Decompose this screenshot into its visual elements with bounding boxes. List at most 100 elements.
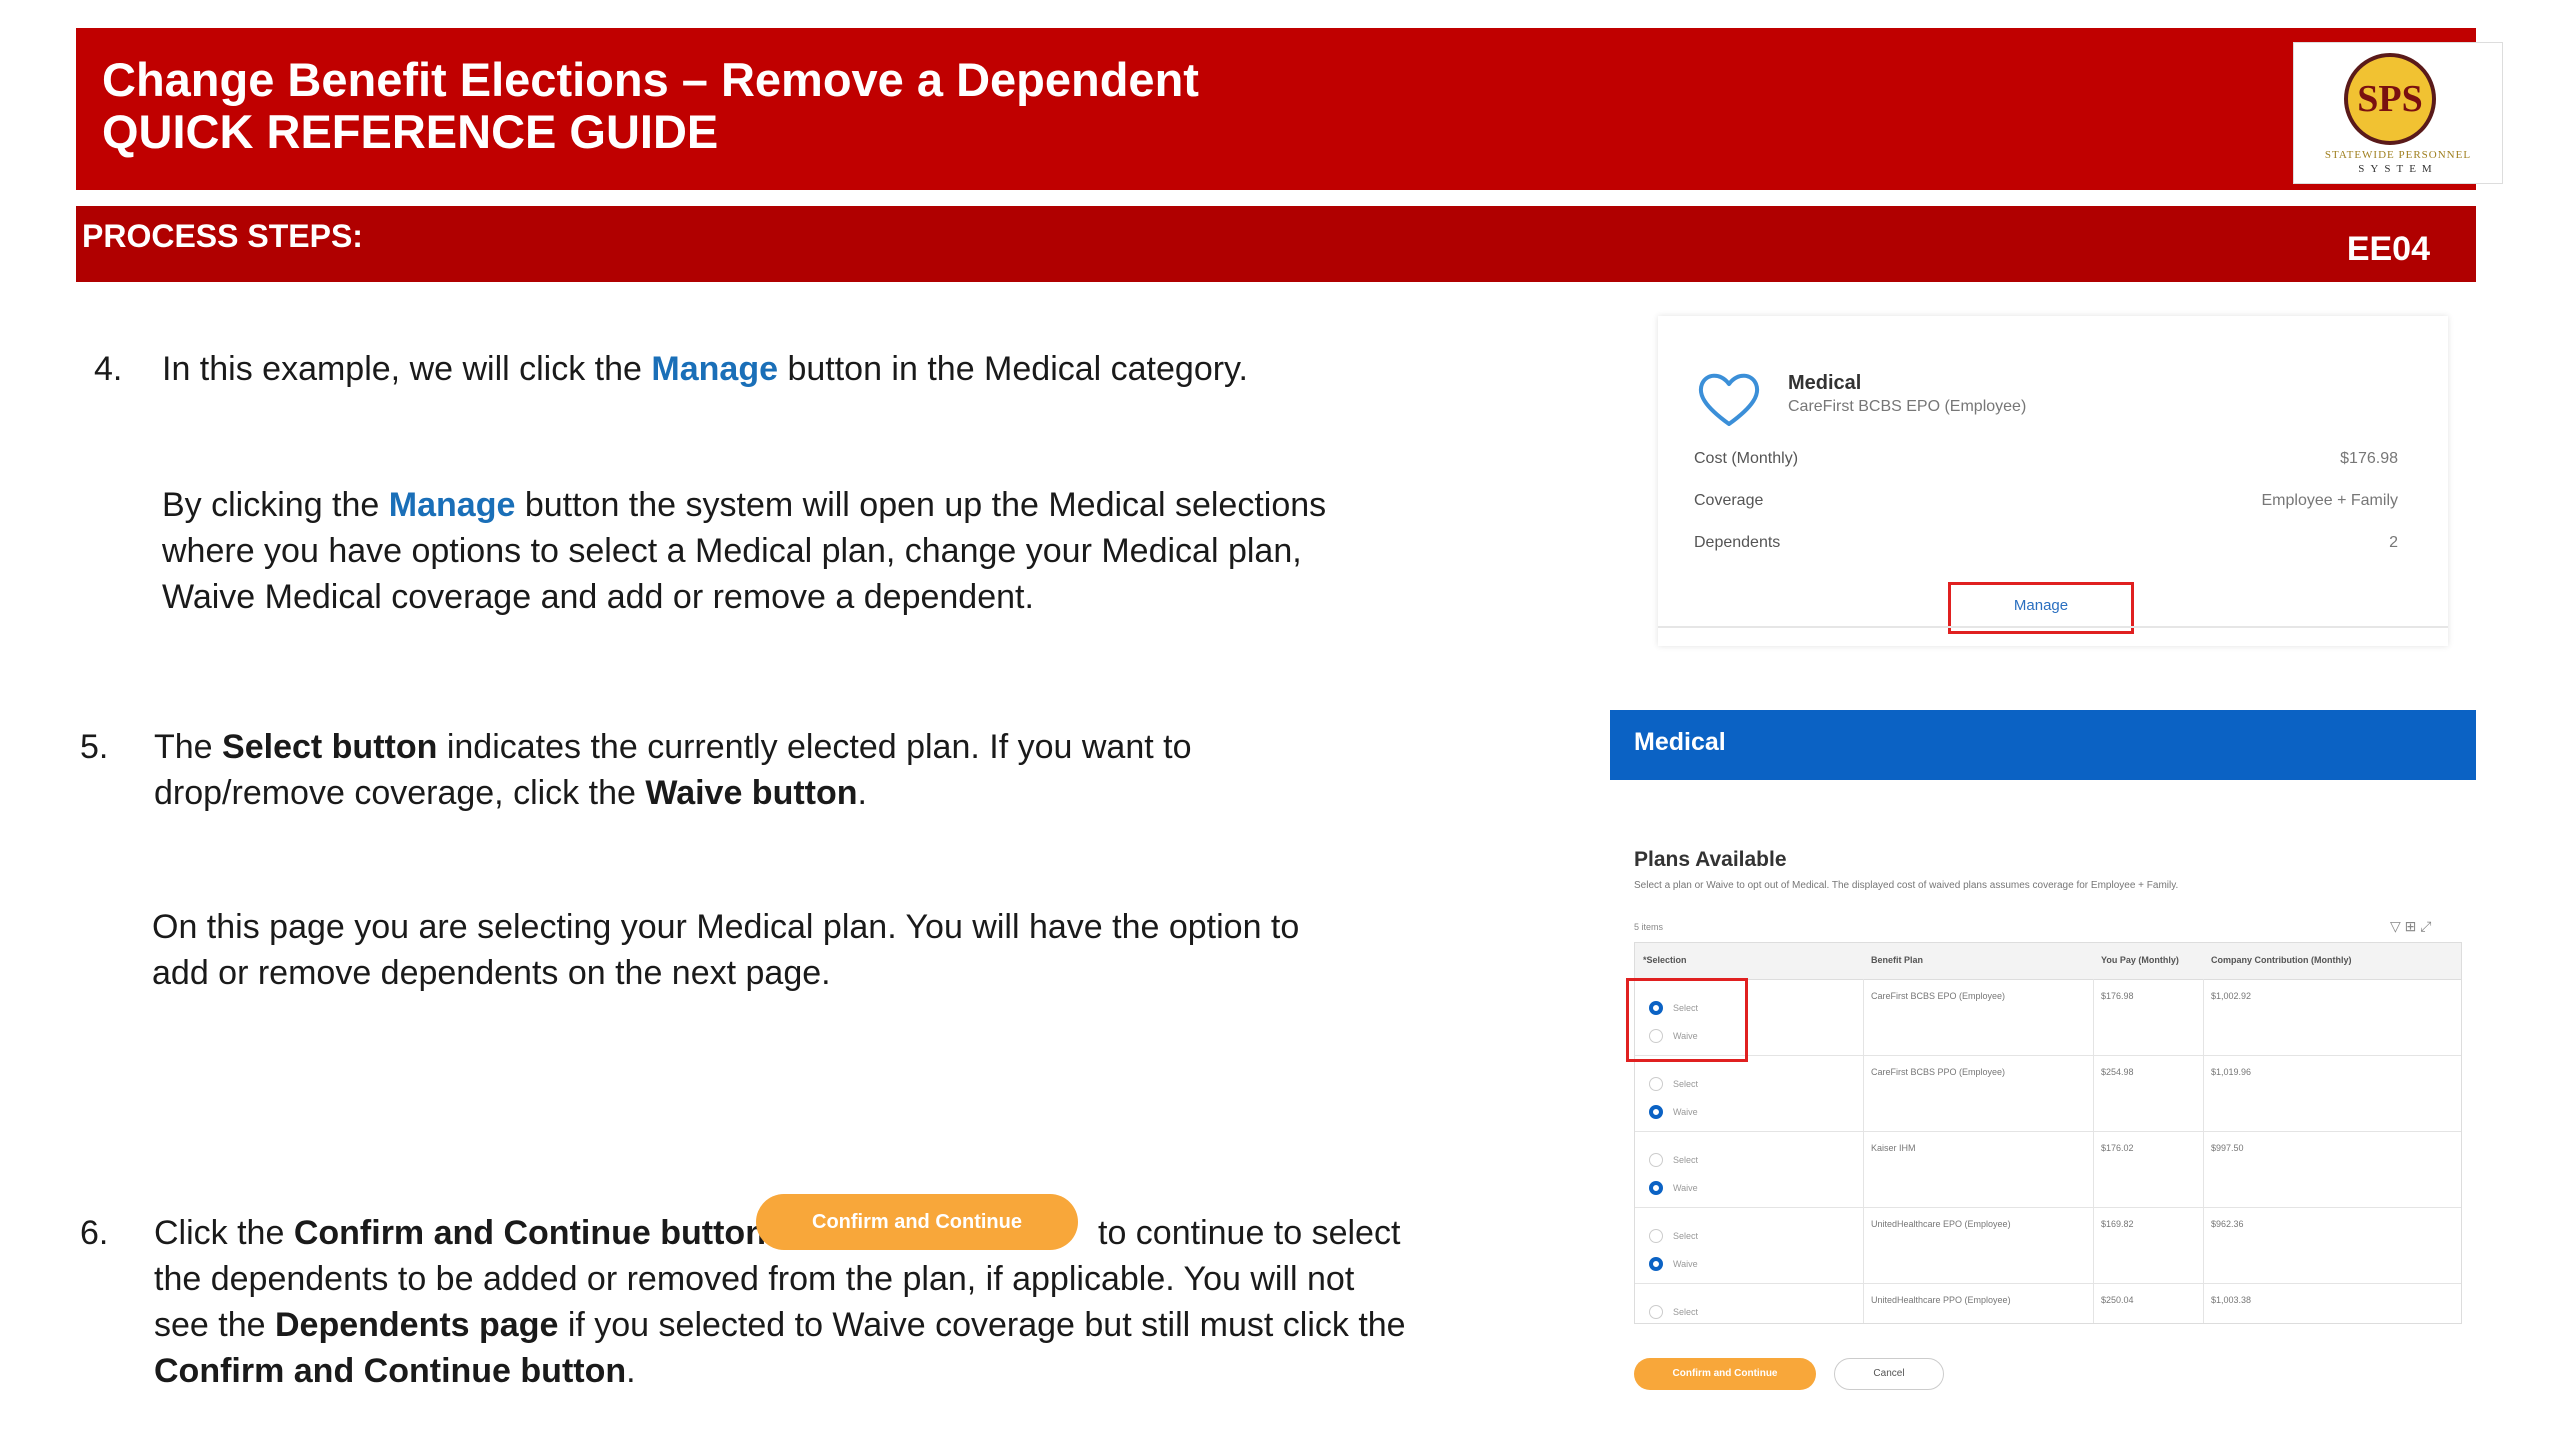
plan-name: CareFirst BCBS PPO (Employee): [1871, 1067, 2006, 1077]
dependents-value: 2: [2389, 534, 2398, 551]
medical-panel-title: Medical: [1634, 728, 1726, 756]
waive-radio[interactable]: [1649, 1257, 1663, 1271]
sps-logo: SPS STATEWIDE PERSONNEL SYSTEM: [2293, 42, 2503, 184]
cancel-button[interactable]: Cancel: [1834, 1358, 1944, 1390]
plan-name: Kaiser IHM: [1871, 1143, 1916, 1153]
cost-label: Cost (Monthly): [1694, 450, 1799, 467]
step-4-para-pre: By clicking the: [162, 486, 380, 524]
waive-label: Waive: [1673, 1107, 1698, 1117]
logo-text: STATEWIDE PERSONNEL: [2324, 149, 2472, 161]
waive-radio[interactable]: [1649, 1181, 1663, 1195]
step-5-waive-button-text: Waive button: [645, 774, 858, 812]
step-4-para-post: button the system will open up the Medic…: [524, 486, 1327, 524]
coverage-label: Coverage: [1694, 492, 1764, 509]
step-4-manage: Manage: [651, 350, 778, 388]
manage-link[interactable]: Manage: [1948, 597, 2134, 614]
you-pay: $169.82: [2101, 1219, 2134, 1229]
step-6-dependents-page: Dependents page: [274, 1306, 559, 1344]
grid-icon[interactable]: ⊞: [2405, 918, 2417, 934]
plans-description: Select a plan or Waive to opt out of Med…: [1634, 880, 2179, 891]
step-4-pre: In this example, we will click the: [162, 350, 642, 388]
step-5-para-line2: add or remove dependents on the next pag…: [152, 954, 831, 992]
step-5-text: The Select button indicates the currentl…: [154, 724, 1192, 816]
you-pay: $176.02: [2101, 1143, 2134, 1153]
step-6-paragraph: the dependents to be added or removed fr…: [154, 1256, 1406, 1394]
step-5-line2-pre: drop/remove coverage, click the: [154, 774, 636, 812]
step-4-para-line3: Waive Medical coverage and add or remove…: [162, 578, 1034, 616]
waive-radio[interactable]: [1649, 1105, 1663, 1119]
filter-icon[interactable]: ▽: [2390, 918, 2401, 934]
company-contribution: $1,019.96: [2211, 1067, 2252, 1077]
medical-benefit-card: Medical CareFirst BCBS EPO (Employee) Co…: [1658, 316, 2448, 646]
card-divider: [1658, 626, 2448, 628]
company-contribution: $962.36: [2211, 1219, 2244, 1229]
confirm-and-continue-button[interactable]: Confirm and Continue: [1634, 1358, 1816, 1390]
expand-icon[interactable]: ⤢: [2420, 918, 2431, 934]
step-5-line2-post: .: [857, 774, 867, 812]
medical-panel-header: Medical: [1610, 710, 2476, 780]
waive-label: Waive: [1673, 1259, 1698, 1269]
step-4-number: 4.: [94, 350, 123, 388]
table-row: Select Waive UnitedHealthcare EPO (Emplo…: [1635, 1207, 2461, 1284]
select-label: Select: [1673, 1231, 1699, 1241]
step-5-mid: indicates the currently elected plan. If…: [446, 728, 1192, 766]
step-4-para-line2: where you have options to select a Medic…: [162, 532, 1302, 570]
items-count: 5 items: [1634, 922, 1664, 932]
plans-table: *Selection Benefit Plan You Pay (Monthly…: [1634, 942, 2462, 1324]
waive-label: Waive: [1673, 1183, 1698, 1193]
confirm-and-continue-inline-button: Confirm and Continue: [756, 1194, 1078, 1250]
column-benefit-plan: Benefit Plan: [1871, 955, 1924, 965]
step-4-text: In this example, we will click the Manag…: [162, 346, 1248, 392]
select-highlight-box: [1626, 978, 1748, 1062]
select-label: Select: [1673, 1079, 1699, 1089]
you-pay: $176.98: [2101, 991, 2134, 1001]
logo-text-system: SYSTEM: [2358, 163, 2438, 175]
table-row: Select Waive Kaiser IHM $176.02 $997.50: [1635, 1131, 2461, 1208]
step-6-pre: Click the: [154, 1214, 285, 1252]
company-contribution: $997.50: [2211, 1143, 2244, 1153]
coverage-value: Employee + Family: [2261, 492, 2399, 509]
dependents-label: Dependents: [1694, 534, 1781, 551]
plans-available-title: Plans Available: [1634, 848, 1787, 871]
step-4-para-manage: Manage: [388, 486, 516, 524]
cost-value: $176.98: [2340, 450, 2398, 467]
heart-icon: [1698, 373, 1760, 426]
step-6-number: 6.: [80, 1214, 109, 1252]
column-company-contribution: Company Contribution (Monthly): [2211, 955, 2352, 965]
process-steps-bar: PROCESS STEPS: EE04: [76, 206, 2476, 282]
medical-card-subtitle: CareFirst BCBS EPO (Employee): [1788, 398, 2027, 415]
step-5-paragraph: On this page you are selecting your Medi…: [152, 904, 1299, 996]
step-6-line3-post: if you selected to Waive coverage but st…: [567, 1306, 1406, 1344]
step-6-line4-post: .: [626, 1352, 636, 1390]
select-label: Select: [1673, 1155, 1699, 1165]
select-label: Select: [1673, 1307, 1699, 1317]
select-radio[interactable]: [1649, 1305, 1663, 1319]
plans-available-panel: Plans Available Select a plan or Waive t…: [1610, 780, 2476, 1400]
medical-card-title: Medical: [1788, 372, 1862, 394]
step-5-select-button-text: Select button: [222, 728, 438, 766]
process-steps-label: PROCESS STEPS:: [82, 218, 363, 254]
step-5-para-line1: On this page you are selecting your Medi…: [152, 908, 1300, 946]
step-5-pre: The: [154, 728, 213, 766]
step-6-line2: the dependents to be added or removed fr…: [154, 1260, 1355, 1298]
step-6-line3-pre: see the: [154, 1306, 266, 1344]
table-row: Select Waive CareFirst BCBS EPO (Employe…: [1635, 979, 2461, 1056]
logo-seal: SPS: [2344, 53, 2436, 145]
select-radio[interactable]: [1649, 1153, 1663, 1167]
select-radio[interactable]: [1649, 1077, 1663, 1091]
select-radio[interactable]: [1649, 1229, 1663, 1243]
column-you-pay: You Pay (Monthly): [2101, 955, 2179, 965]
step-6-post: to continue to select: [1098, 1214, 1401, 1252]
step-4-paragraph: By clicking the Manage button the system…: [162, 482, 1326, 620]
plan-name: UnitedHealthcare EPO (Employee): [1871, 1219, 2011, 1229]
plan-name: CareFirst BCBS EPO (Employee): [1871, 991, 2006, 1001]
plan-name: UnitedHealthcare PPO (Employee): [1871, 1295, 2011, 1305]
table-tools: ▽ ⊞ ⤢: [2390, 918, 2432, 935]
column-selection: *Selection: [1643, 955, 1687, 965]
you-pay: $254.98: [2101, 1067, 2134, 1077]
you-pay: $250.04: [2101, 1295, 2134, 1305]
step-5-number: 5.: [80, 728, 109, 766]
step-4-post: button in the Medical category.: [787, 350, 1248, 388]
step-6-line4-bold: Confirm and Continue button: [154, 1352, 627, 1390]
step-6-confirm-text: Confirm and Continue button: [293, 1214, 766, 1252]
